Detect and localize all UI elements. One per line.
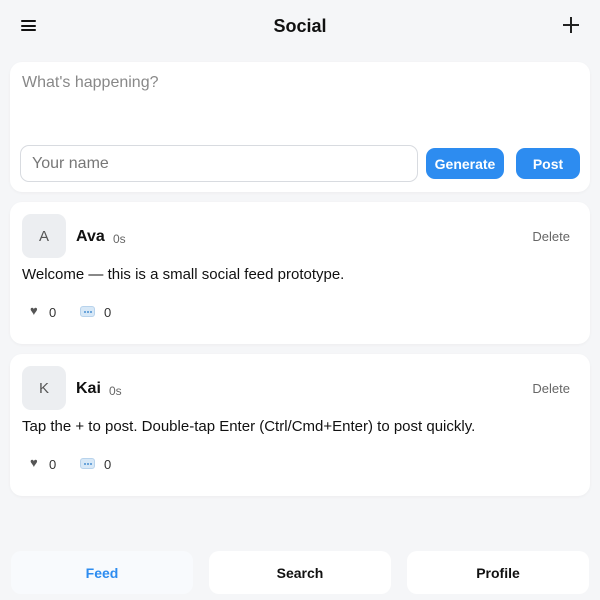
like-button[interactable]: ♥ 0 — [30, 302, 70, 324]
post-text: Welcome — this is a small social feed pr… — [22, 266, 345, 283]
social-app: Social Generate Post A Ava 0s Delete Wel… — [0, 0, 600, 600]
delete-button[interactable]: Delete — [532, 381, 570, 396]
post-text-input[interactable] — [10, 62, 590, 142]
post-button[interactable]: Post — [516, 148, 580, 179]
post-card: A Ava 0s Delete Welcome — this is a smal… — [10, 202, 590, 344]
comment-count: 0 — [104, 457, 112, 472]
delete-button[interactable]: Delete — [532, 229, 570, 244]
comment-button[interactable]: 0 — [80, 302, 130, 324]
heart-icon: ♥ — [30, 455, 38, 470]
like-button[interactable]: ♥ 0 — [30, 454, 70, 476]
comment-icon — [80, 306, 95, 317]
post-timestamp: 0s — [113, 232, 126, 246]
post-card: K Kai 0s Delete Tap the + to post. Doubl… — [10, 354, 590, 496]
tab-search[interactable]: Search — [209, 551, 391, 594]
post-author: Kai — [76, 380, 101, 397]
page-title: Social — [273, 16, 327, 36]
post-actions: ♥ 0 0 — [22, 454, 222, 476]
post-actions: ♥ 0 0 — [22, 302, 222, 324]
name-input[interactable] — [20, 145, 418, 182]
compose-card: Generate Post — [10, 62, 590, 192]
tab-feed[interactable]: Feed — [11, 551, 193, 594]
comment-button[interactable]: 0 — [80, 454, 130, 476]
tab-profile[interactable]: Profile — [407, 551, 589, 594]
post-author: Ava — [76, 228, 105, 245]
comment-icon — [80, 458, 95, 469]
post-timestamp: 0s — [109, 384, 122, 398]
like-count: 0 — [49, 457, 57, 472]
plus-icon[interactable] — [563, 17, 579, 33]
app-header: Social — [0, 0, 600, 54]
generate-button[interactable]: Generate — [426, 148, 504, 179]
avatar: K — [22, 366, 66, 410]
comment-count: 0 — [104, 305, 112, 320]
heart-icon: ♥ — [30, 303, 38, 318]
avatar: A — [22, 214, 66, 258]
post-text: Tap the + to post. Double-tap Enter (Ctr… — [22, 418, 476, 435]
like-count: 0 — [49, 305, 57, 320]
